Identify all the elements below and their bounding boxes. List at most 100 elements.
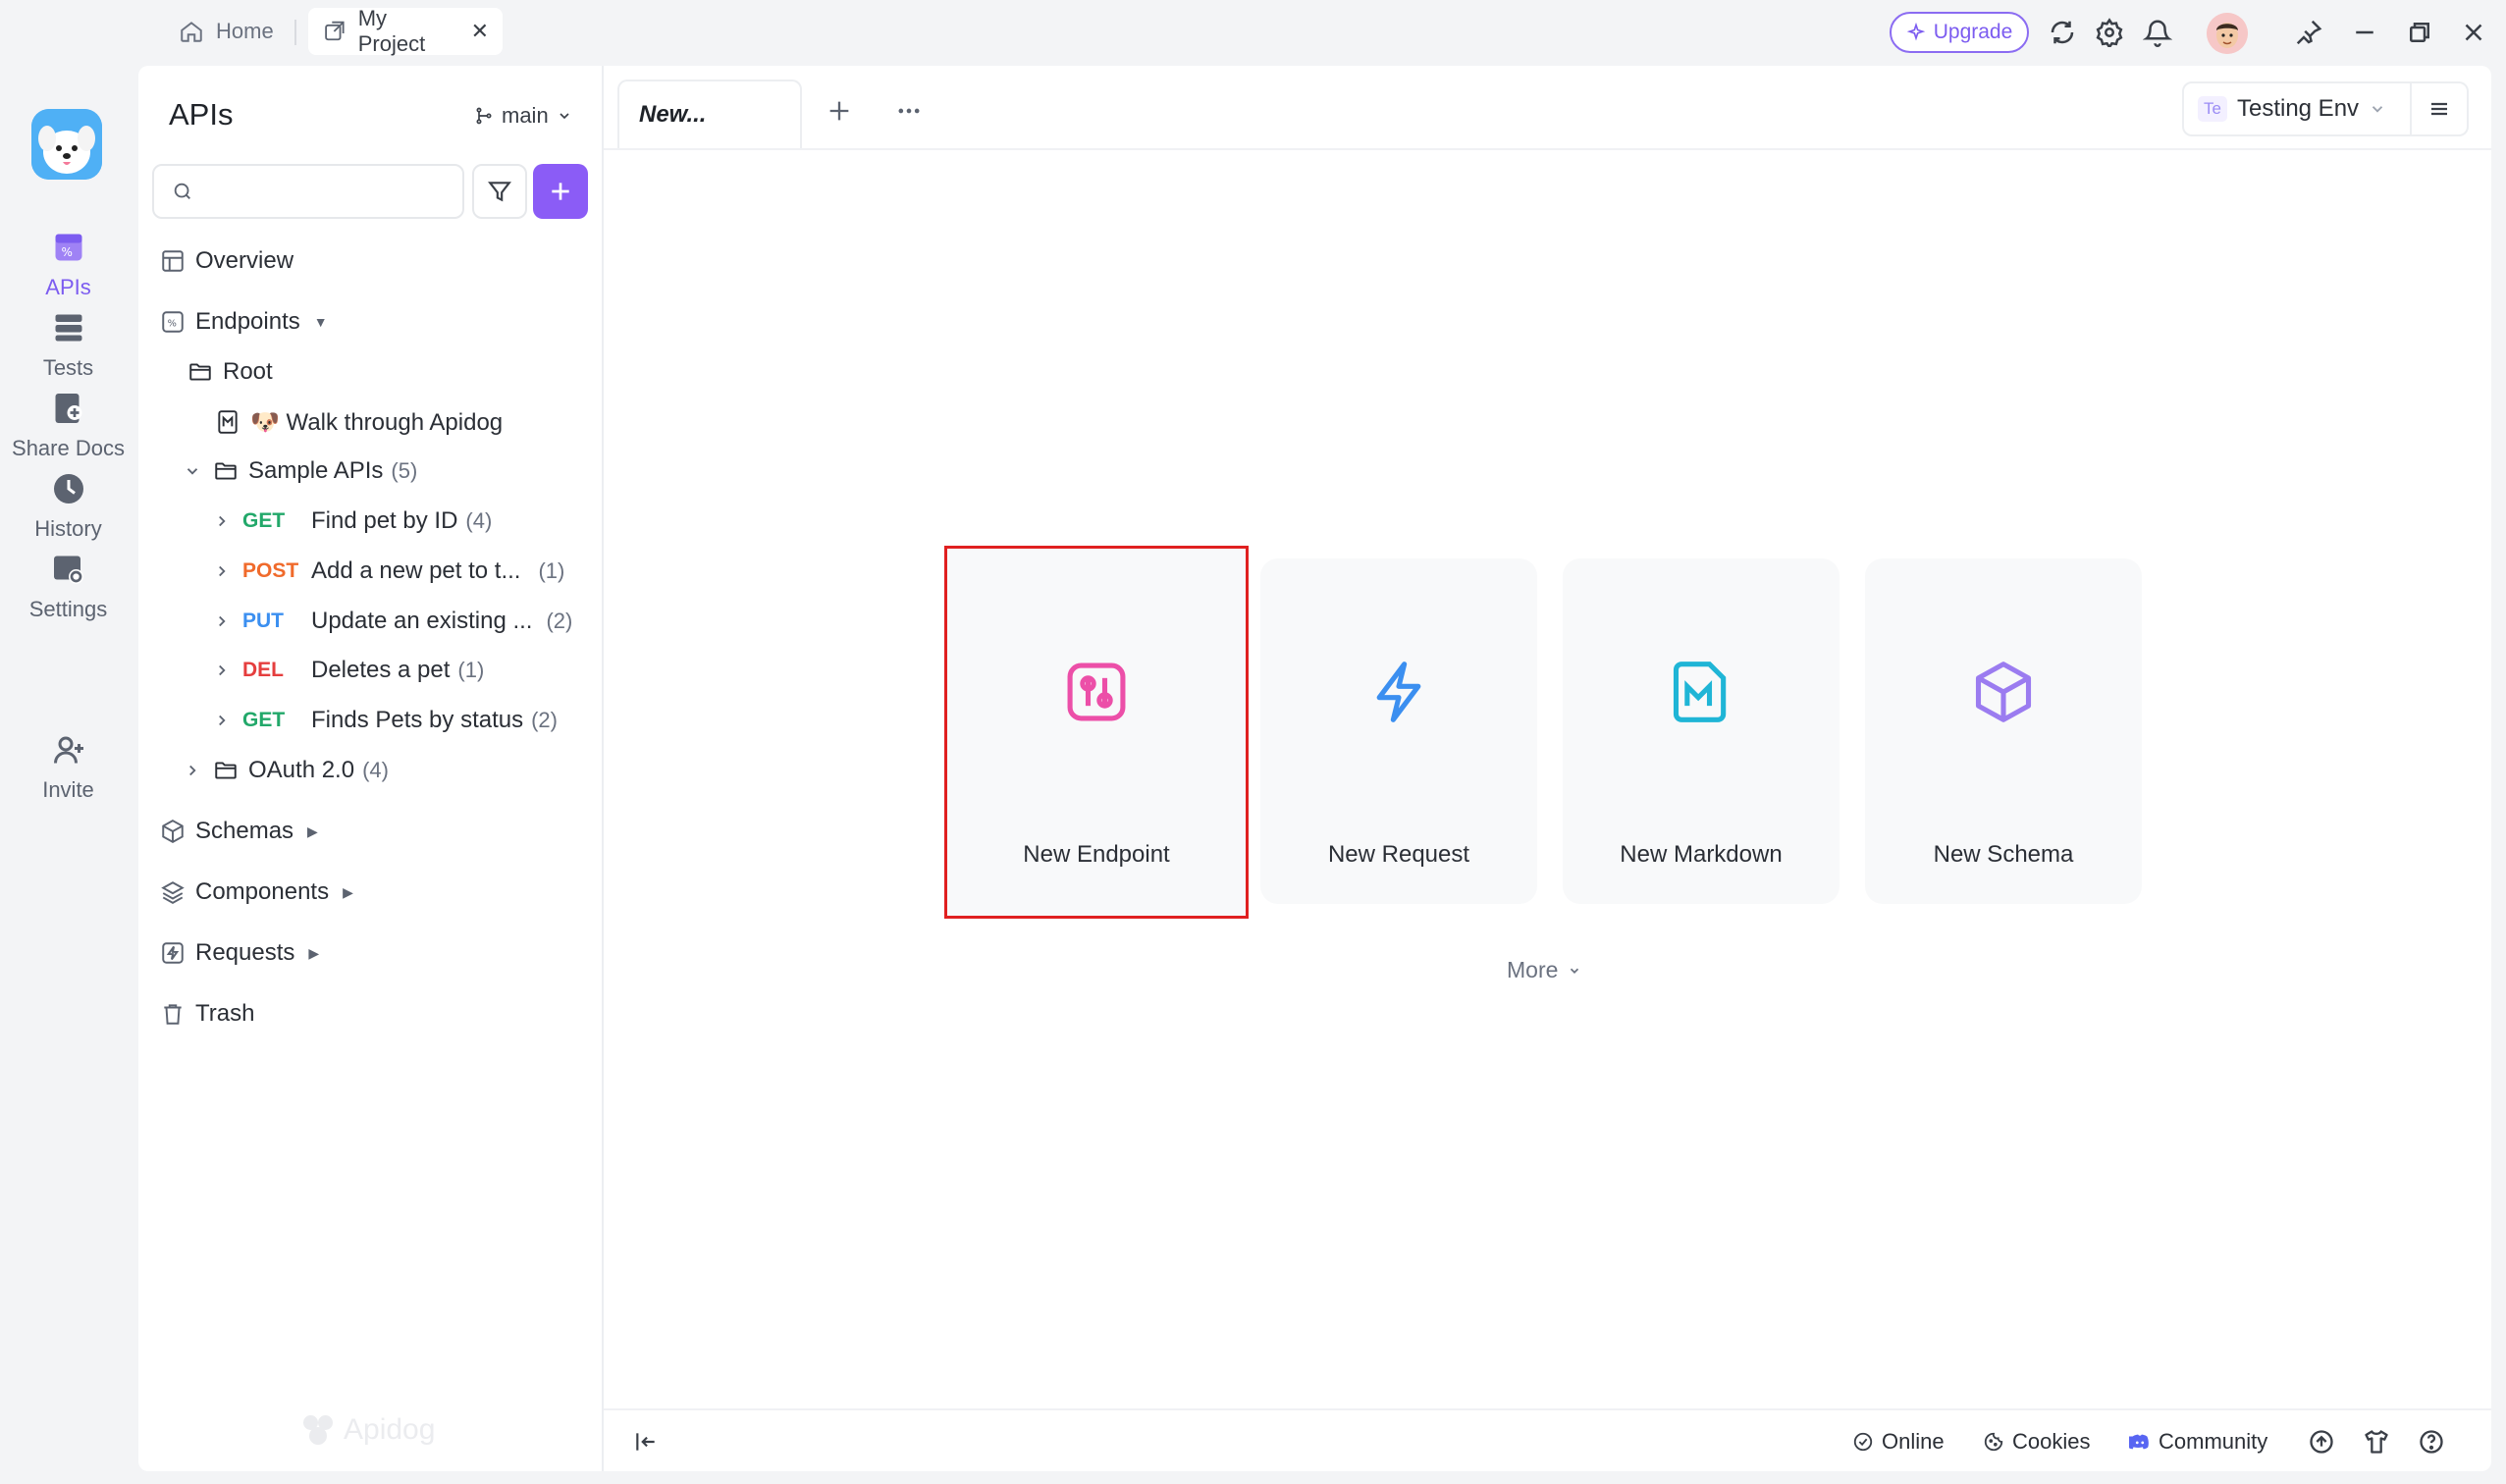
more-options[interactable]: More [1507, 957, 1581, 983]
upload-icon[interactable] [2308, 1428, 2335, 1456]
tabbar-divider [604, 148, 2491, 150]
sidebar-item-overview[interactable]: Overview [160, 238, 293, 284]
endpoint-count: (4) [465, 508, 493, 533]
app-logo [31, 109, 102, 180]
folder-root-label: Root [223, 358, 273, 385]
collapse-sidebar-icon[interactable] [633, 1429, 659, 1455]
sidebar-item-schemas[interactable]: Schemas ▶ [160, 809, 318, 854]
help-icon[interactable] [2418, 1428, 2445, 1456]
folder-oauth[interactable]: OAuth 2.0 (4) [184, 748, 389, 793]
trash-icon [164, 1004, 182, 1025]
rail-item-settings[interactable]: Settings [0, 533, 136, 641]
folder-icon [189, 363, 211, 381]
editor-tab-label: New... [639, 101, 707, 128]
endpoint-row[interactable]: DEL Deletes a pet (1) [213, 648, 484, 693]
chevron-right-icon [219, 515, 226, 527]
cookie-icon [1984, 1432, 2003, 1452]
sparkle-icon [1906, 23, 1926, 41]
sidebar-item-components[interactable]: Components ▶ [160, 870, 353, 915]
community-label: Community [2159, 1429, 2268, 1454]
new-schema-label: New Schema [1933, 841, 2074, 868]
tab-my-project[interactable]: My Project ✕ [308, 6, 503, 56]
sync-icon[interactable] [2048, 18, 2077, 47]
method-badge: GET [242, 709, 286, 731]
bell-icon[interactable] [2143, 18, 2172, 47]
method-badge: POST [242, 559, 299, 582]
markdown-icon [1673, 662, 1727, 722]
shirt-icon[interactable] [2363, 1428, 2390, 1456]
endpoint-name: Add a new pet to t... [311, 557, 521, 584]
environment-selector[interactable]: Te Testing Env [2182, 81, 2412, 136]
cookies-button[interactable]: Cookies [1983, 1422, 2090, 1461]
new-endpoint-label: New Endpoint [1023, 841, 1170, 868]
svg-text:%: % [168, 318, 177, 329]
caret-right-icon: ▶ [307, 822, 318, 839]
endpoint-name: Deletes a pet [311, 657, 451, 683]
endpoint-row[interactable]: POST Add a new pet to t... (1) [213, 549, 564, 594]
sidebar-label-components: Components [195, 878, 330, 905]
minimize-icon[interactable] [2350, 18, 2379, 47]
rail-item-invite[interactable]: Invite [0, 714, 136, 822]
upgrade-label: Upgrade [1933, 21, 2013, 43]
request-icon [162, 942, 184, 964]
new-tab-icon[interactable] [826, 97, 853, 125]
endpoints-icon: % [162, 311, 184, 333]
endpoint-row[interactable]: GET Finds Pets by status (2) [213, 698, 558, 743]
layers-icon [161, 881, 185, 904]
branch-selector[interactable]: main [474, 103, 572, 129]
title-bar: Home My Project ✕ Upgrade [0, 0, 2506, 66]
upgrade-button[interactable]: Upgrade [1890, 12, 2029, 53]
sidebar-label-trash: Trash [195, 1000, 255, 1027]
sidebar-label-endpoints: Endpoints [195, 308, 300, 335]
more-label: More [1507, 957, 1559, 982]
pin-icon[interactable] [2294, 18, 2323, 47]
apidog-watermark: Apidog [300, 1412, 435, 1448]
doc-walkthrough[interactable]: 🐶 Walk through Apidog [215, 399, 503, 445]
folder-icon [215, 762, 237, 779]
online-label: Online [1882, 1429, 1945, 1454]
endpoint-name: Update an existing ... [311, 608, 533, 634]
restore-icon[interactable] [2405, 18, 2434, 47]
svg-text:%: % [61, 245, 72, 259]
more-tabs-icon[interactable] [894, 97, 924, 125]
folder-sample-apis[interactable]: Sample APIs (5) [184, 449, 417, 494]
new-endpoint-card[interactable]: New Endpoint [944, 546, 1249, 919]
method-badge: DEL [242, 659, 284, 681]
filter-button[interactable] [472, 164, 527, 219]
apis-icon: % [55, 234, 81, 261]
avatar[interactable] [2207, 13, 2248, 54]
endpoint-row[interactable]: PUT Update an existing ... (2) [213, 599, 572, 644]
sidebar-label-schemas: Schemas [195, 818, 294, 844]
cookies-label: Cookies [2012, 1429, 2091, 1454]
avatar-face-icon [2207, 13, 2248, 54]
endpoint-row[interactable]: GET Find pet by ID (4) [213, 499, 492, 544]
community-button[interactable]: Community [2129, 1422, 2267, 1461]
new-request-card[interactable]: New Request [1260, 558, 1537, 904]
endpoint-name: Finds Pets by status [311, 707, 524, 733]
chevron-right-icon [219, 565, 226, 577]
statusbar-divider [604, 1408, 2491, 1410]
gear-icon[interactable] [2095, 18, 2124, 47]
new-request-label: New Request [1327, 841, 1470, 868]
sidebar-item-endpoints[interactable]: % Endpoints ▼ [160, 299, 328, 344]
tab-home[interactable]: Home [165, 8, 288, 55]
folder-oauth-count: (4) [362, 758, 389, 782]
new-markdown-label: New Markdown [1620, 841, 1783, 868]
left-rail: % APIs Tests Share Docs History Settings… [0, 66, 136, 1484]
close-window-icon[interactable] [2459, 18, 2488, 47]
sidebar-item-trash[interactable]: Trash [160, 991, 254, 1036]
folder-root[interactable]: Root [187, 349, 273, 395]
close-tab-button[interactable]: ✕ [471, 19, 489, 44]
chevron-down-icon [2372, 106, 2383, 113]
home-icon [181, 22, 202, 42]
sidebar-item-requests[interactable]: Requests ▶ [160, 930, 319, 976]
online-status[interactable]: Online [1852, 1422, 1945, 1461]
endpoint-count: (1) [538, 558, 565, 583]
add-button[interactable] [533, 164, 588, 219]
menu-button[interactable] [2412, 81, 2469, 136]
new-markdown-card[interactable]: New Markdown [1563, 558, 1840, 904]
new-schema-card[interactable]: New Schema [1865, 558, 2142, 904]
rail-label-settings: Settings [28, 597, 108, 621]
editor-tab-new[interactable]: New... [617, 80, 802, 148]
search-input[interactable] [203, 179, 439, 204]
